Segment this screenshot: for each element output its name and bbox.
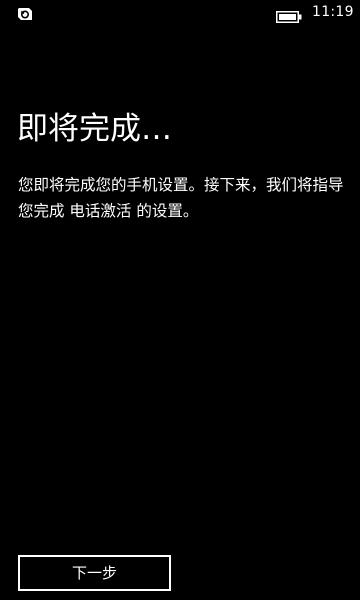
description-text: 您即将完成您的手机设置。接下来，我们将指导您完成 电话激活 的设置。 (18, 176, 344, 220)
signal-icon (17, 5, 33, 21)
status-bar: 11:19 (0, 0, 360, 28)
clock: 11:19 (312, 4, 354, 20)
next-button[interactable]: 下一步 (18, 555, 171, 591)
page-title: 即将完成… (17, 111, 172, 147)
battery-icon (276, 8, 302, 23)
